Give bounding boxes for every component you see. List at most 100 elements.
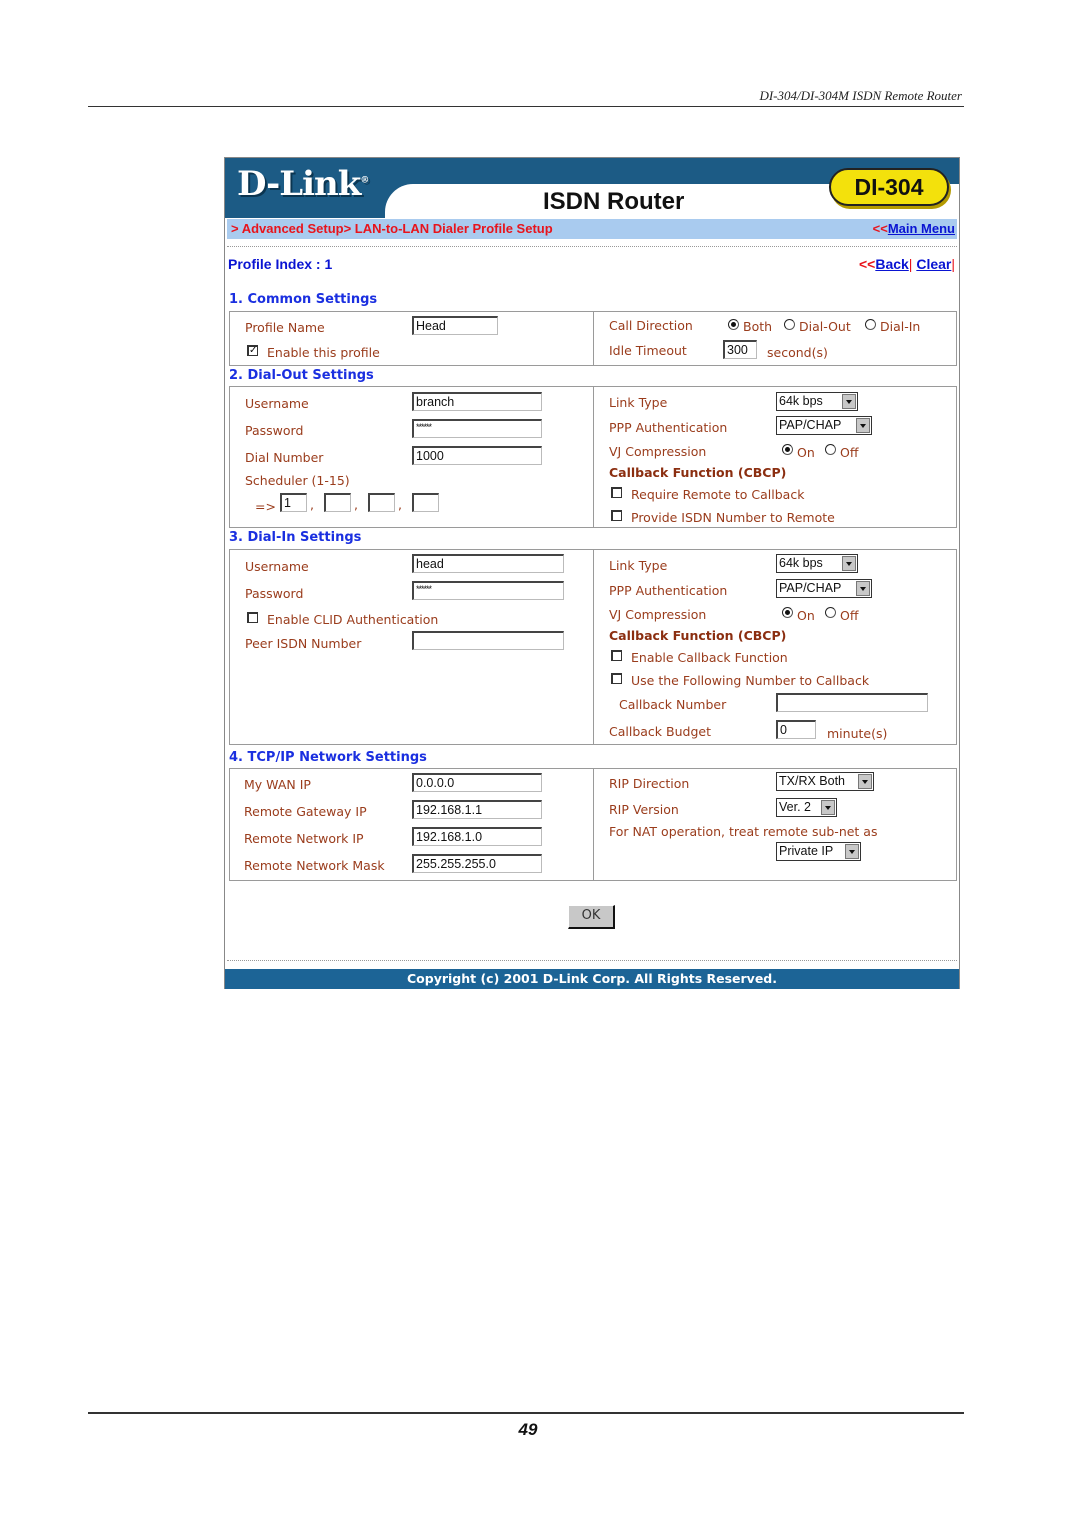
call-direction-dialin-radio[interactable]: [865, 319, 876, 330]
idle-timeout-unit: second(s): [767, 345, 828, 360]
dialin-vj-off-radio[interactable]: [825, 607, 836, 618]
callback-budget-input[interactable]: 0: [776, 720, 816, 739]
remote-network-mask-label: Remote Network Mask: [244, 858, 385, 873]
dialout-username-label: Username: [245, 396, 309, 411]
dialout-ppp-auth-select[interactable]: PAP/CHAP: [776, 416, 872, 435]
dlink-logo: D-Link®: [237, 164, 369, 204]
dialin-vj-label: VJ Compression: [609, 607, 707, 622]
scheduler-input-2[interactable]: [324, 493, 351, 512]
router-config-page: D-Link® ISDN Router DI-304 > Advanced Se…: [224, 157, 960, 989]
scheduler-arrow: =>: [255, 499, 276, 514]
divider: [227, 246, 957, 247]
back-link[interactable]: Back: [875, 256, 908, 272]
rip-version-select[interactable]: Ver. 2: [776, 798, 837, 817]
back-clear-links: <<Back| Clear|: [859, 256, 955, 272]
remote-network-ip-input[interactable]: 192.168.1.0: [412, 827, 542, 846]
dialout-vj-label: VJ Compression: [609, 444, 707, 459]
idle-timeout-input[interactable]: 300: [723, 340, 757, 359]
dialout-password-input[interactable]: ******: [412, 419, 542, 438]
remote-network-mask-input[interactable]: 255.255.255.0: [412, 854, 542, 873]
main-menu-link-wrap: <<Main Menu: [873, 221, 955, 236]
header-rule: [88, 106, 964, 107]
dial-out-left-panel: Username branch Password ****** Dial Num…: [229, 386, 594, 528]
require-callback-checkbox[interactable]: [611, 487, 622, 498]
rip-direction-value: TX/RX Both: [779, 774, 845, 788]
dropdown-arrow-icon[interactable]: [856, 418, 870, 433]
call-direction-dialout-radio[interactable]: [784, 319, 795, 330]
dialin-link-type-select[interactable]: 64k bps: [776, 554, 858, 573]
call-direction-dialout-label: Dial-Out: [799, 319, 851, 334]
dropdown-arrow-icon[interactable]: [845, 844, 859, 859]
clear-link[interactable]: Clear: [916, 256, 951, 272]
dialout-username-input[interactable]: branch: [412, 392, 542, 411]
dropdown-arrow-icon[interactable]: [842, 556, 856, 571]
rip-version-label: RIP Version: [609, 802, 679, 817]
scheduler-input-1[interactable]: 1: [280, 493, 307, 512]
document-header-text: DI-304/DI-304M ISDN Remote Router: [759, 88, 962, 103]
link-separator: |: [951, 256, 955, 272]
enable-profile-checkbox[interactable]: ✓: [247, 345, 258, 356]
profile-name-label: Profile Name: [245, 320, 325, 335]
provide-isdn-checkbox[interactable]: [611, 510, 622, 521]
profile-name-input[interactable]: Head: [412, 316, 498, 335]
nat-value: Private IP: [779, 844, 834, 858]
remote-gateway-label: Remote Gateway IP: [244, 804, 367, 819]
page-number: 49: [518, 1420, 538, 1439]
dropdown-arrow-icon[interactable]: [842, 394, 856, 409]
main-menu-link[interactable]: Main Menu: [888, 221, 955, 236]
require-callback-label: Require Remote to Callback: [631, 487, 805, 502]
dropdown-arrow-icon[interactable]: [821, 800, 835, 815]
dialin-password-input[interactable]: ******: [412, 581, 564, 600]
profile-index: Profile Index : 1: [228, 256, 333, 272]
callback-number-input[interactable]: [776, 693, 928, 712]
enable-callback-checkbox[interactable]: [611, 650, 622, 661]
common-left-panel: Profile Name Head ✓ Enable this profile: [229, 311, 594, 366]
dialin-vj-on-label: On: [797, 608, 815, 623]
dialout-link-type-select[interactable]: 64k bps: [776, 392, 858, 411]
divider: [227, 960, 957, 961]
peer-isdn-label: Peer ISDN Number: [245, 636, 362, 651]
scheduler-input-4[interactable]: [412, 493, 439, 512]
copyright-bar: Copyright (c) 2001 D-Link Corp. All Righ…: [225, 969, 959, 989]
use-number-label: Use the Following Number to Callback: [631, 673, 870, 688]
peer-isdn-input[interactable]: [412, 631, 564, 650]
scheduler-sep: ,: [398, 497, 402, 512]
tcpip-right-panel: RIP Direction TX/RX Both RIP Version Ver…: [593, 768, 957, 881]
nat-select[interactable]: Private IP: [776, 842, 861, 861]
logo-text: D-Link: [237, 164, 361, 204]
breadcrumb: > Advanced Setup> LAN-to-LAN Dialer Prof…: [231, 221, 553, 236]
ok-button[interactable]: OK: [568, 905, 615, 929]
dialin-link-type-label: Link Type: [609, 558, 668, 573]
clid-auth-checkbox[interactable]: [247, 612, 258, 623]
dialin-username-input[interactable]: head: [412, 554, 564, 573]
callback-budget-unit: minute(s): [827, 726, 888, 741]
dialout-password-label: Password: [245, 423, 304, 438]
scheduler-sep: ,: [354, 497, 358, 512]
dropdown-arrow-icon[interactable]: [856, 581, 870, 596]
wan-ip-input[interactable]: 0.0.0.0: [412, 773, 542, 792]
use-number-checkbox[interactable]: [611, 673, 622, 684]
dialout-vj-on-radio[interactable]: [782, 444, 793, 455]
dropdown-arrow-icon[interactable]: [858, 774, 872, 789]
scheduler-input-3[interactable]: [368, 493, 395, 512]
remote-gateway-input[interactable]: 192.168.1.1: [412, 800, 542, 819]
dialout-link-type-label: Link Type: [609, 395, 668, 410]
dialin-ppp-auth-select[interactable]: PAP/CHAP: [776, 579, 872, 598]
dialin-vj-on-radio[interactable]: [782, 607, 793, 618]
dialin-username-label: Username: [245, 559, 309, 574]
dialout-vj-off-radio[interactable]: [825, 444, 836, 455]
dialin-vj-off-label: Off: [840, 608, 859, 623]
wan-ip-label: My WAN IP: [244, 777, 311, 792]
dialout-vj-off-label: Off: [840, 445, 859, 460]
dialin-link-type-value: 64k bps: [779, 556, 823, 570]
dialout-callback-title: Callback Function (CBCP): [609, 465, 787, 480]
dial-out-right-panel: Link Type 64k bps PPP Authentication PAP…: [593, 386, 957, 528]
dialin-ppp-auth-value: PAP/CHAP: [779, 581, 842, 595]
dial-number-input[interactable]: 1000: [412, 446, 542, 465]
rip-direction-select[interactable]: TX/RX Both: [776, 772, 874, 791]
section-title-tcpip: 4. TCP/IP Network Settings: [229, 750, 427, 765]
nat-label: For NAT operation, treat remote sub-net …: [609, 824, 878, 839]
tcpip-left-panel: My WAN IP 0.0.0.0 Remote Gateway IP 192.…: [229, 768, 594, 881]
double-chevron-left-icon: <<: [872, 221, 888, 236]
call-direction-both-radio[interactable]: [728, 319, 739, 330]
